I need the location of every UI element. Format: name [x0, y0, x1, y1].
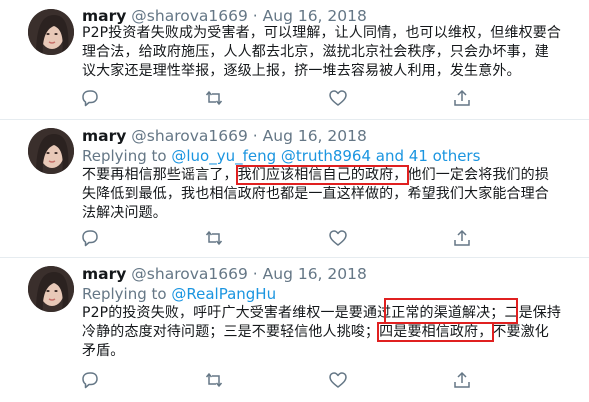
- tweet-actions: [80, 370, 560, 390]
- replying-to-label: Replying to: [82, 285, 167, 303]
- avatar[interactable]: [28, 266, 74, 312]
- tweet-header: mary @sharova1669 · Aug 16, 2018: [82, 6, 367, 26]
- replying-to: Replying to @RealPangHu: [82, 284, 276, 304]
- tweet-text-line: 冷静的态度对待问题；三是不要轻信他人挑唆；四是要相信政府，不要激化: [82, 322, 582, 342]
- retweet-icon[interactable]: [204, 88, 224, 108]
- tweet-text-line: 矛盾。: [82, 343, 125, 359]
- separator-dot: ·: [252, 127, 258, 145]
- tweet-text-line: 法解决问题。: [82, 205, 167, 221]
- display-name[interactable]: mary: [82, 265, 126, 283]
- reply-icon[interactable]: [80, 228, 100, 248]
- replying-to-label: Replying to: [82, 147, 167, 165]
- share-icon[interactable]: [452, 370, 472, 390]
- avatar[interactable]: [28, 9, 74, 55]
- tweet-text-line: P2P的投资失败，呼吁广大受害者维权一是要通过正常的渠道解决；二是保持: [82, 305, 562, 321]
- tweet-date[interactable]: Aug 16, 2018: [263, 265, 367, 283]
- highlighted-text: 我们应该相信自己的政府，: [235, 165, 410, 185]
- retweet-icon[interactable]: [204, 370, 224, 390]
- tweet-header: mary @sharova1669 · Aug 16, 2018: [82, 264, 367, 284]
- reply-icon[interactable]: [80, 370, 100, 390]
- avatar[interactable]: [28, 128, 74, 174]
- user-handle[interactable]: @sharova1669: [131, 7, 248, 25]
- avatar-image: [28, 266, 74, 312]
- tweet-text: 不要再相信那些谣言了，我们应该相信自己的政府，他们一定会将我们的损 失降低到最低…: [82, 165, 582, 223]
- replying-to-mentions[interactable]: @RealPangHu: [171, 285, 276, 303]
- tweet-date[interactable]: Aug 16, 2018: [263, 7, 367, 25]
- like-icon[interactable]: [328, 228, 348, 248]
- tweet-actions: [80, 88, 560, 108]
- replying-to: Replying to @luo_yu_feng @truth8964 and …: [82, 146, 480, 166]
- tweet-text-line: 议大家还是理性举报，逐级上报，挤一堆去容易被人利用，发生意外。: [82, 63, 521, 79]
- tweet-text-line: 不要再相信那些谣言了，我们应该相信自己的政府，他们一定会将我们的损: [82, 165, 582, 185]
- replying-to-mentions[interactable]: @luo_yu_feng @truth8964 and 41 others: [171, 147, 480, 165]
- retweet-icon[interactable]: [204, 228, 224, 248]
- avatar-image: [28, 128, 74, 174]
- like-icon[interactable]: [328, 370, 348, 390]
- tweet-text-line: 理合法，给政府施压，人人都去北京，滋扰北京社会秩序，只会办坏事，建: [82, 44, 549, 60]
- tweet-1[interactable]: mary @sharova1669 · Aug 16, 2018 P2P投资者失…: [0, 0, 589, 120]
- tweet-date[interactable]: Aug 16, 2018: [263, 127, 367, 145]
- separator-dot: ·: [252, 7, 258, 25]
- share-icon[interactable]: [452, 88, 472, 108]
- user-handle[interactable]: @sharova1669: [131, 265, 248, 283]
- tweet-3[interactable]: mary @sharova1669 · Aug 16, 2018 Replyin…: [0, 258, 589, 402]
- like-icon[interactable]: [328, 88, 348, 108]
- tweet-header: mary @sharova1669 · Aug 16, 2018: [82, 126, 367, 146]
- user-handle[interactable]: @sharova1669: [131, 127, 248, 145]
- display-name[interactable]: mary: [82, 127, 126, 145]
- tweet-text-line: P2P投资者失败成为受害者，可以理解，让人同情，也可以维权，但维权要合: [82, 25, 562, 41]
- tweet-actions: [80, 228, 560, 248]
- highlighted-text: 四是要相信政府，: [377, 322, 495, 342]
- separator-dot: ·: [252, 265, 258, 283]
- tweet-text-line: 失降低到最低，我也相信政府也都是一直这样做的，希望我们大家能合理合: [82, 186, 549, 202]
- avatar-image: [28, 9, 74, 55]
- tweet-2[interactable]: mary @sharova1669 · Aug 16, 2018 Replyin…: [0, 120, 589, 258]
- tweet-text-segment: 不要激化: [492, 324, 549, 340]
- reply-icon[interactable]: [80, 88, 100, 108]
- display-name[interactable]: mary: [82, 7, 126, 25]
- tweet-feed: mary @sharova1669 · Aug 16, 2018 P2P投资者失…: [0, 0, 589, 402]
- tweet-text-segment: 他们一定会将我们的损: [407, 167, 549, 183]
- tweet-text-segment: 冷静的态度对待问题；三是不要轻信他人挑唆；: [82, 324, 380, 340]
- share-icon[interactable]: [452, 228, 472, 248]
- tweet-text: P2P的投资失败，呼吁广大受害者维权一是要通过正常的渠道解决；二是保持 冷静的态…: [82, 304, 582, 361]
- tweet-text: P2P投资者失败成为受害者，可以理解，让人同情，也可以维权，但维权要合 理合法，…: [82, 24, 582, 81]
- tweet-text-segment: 不要再相信那些谣言了，: [82, 167, 238, 183]
